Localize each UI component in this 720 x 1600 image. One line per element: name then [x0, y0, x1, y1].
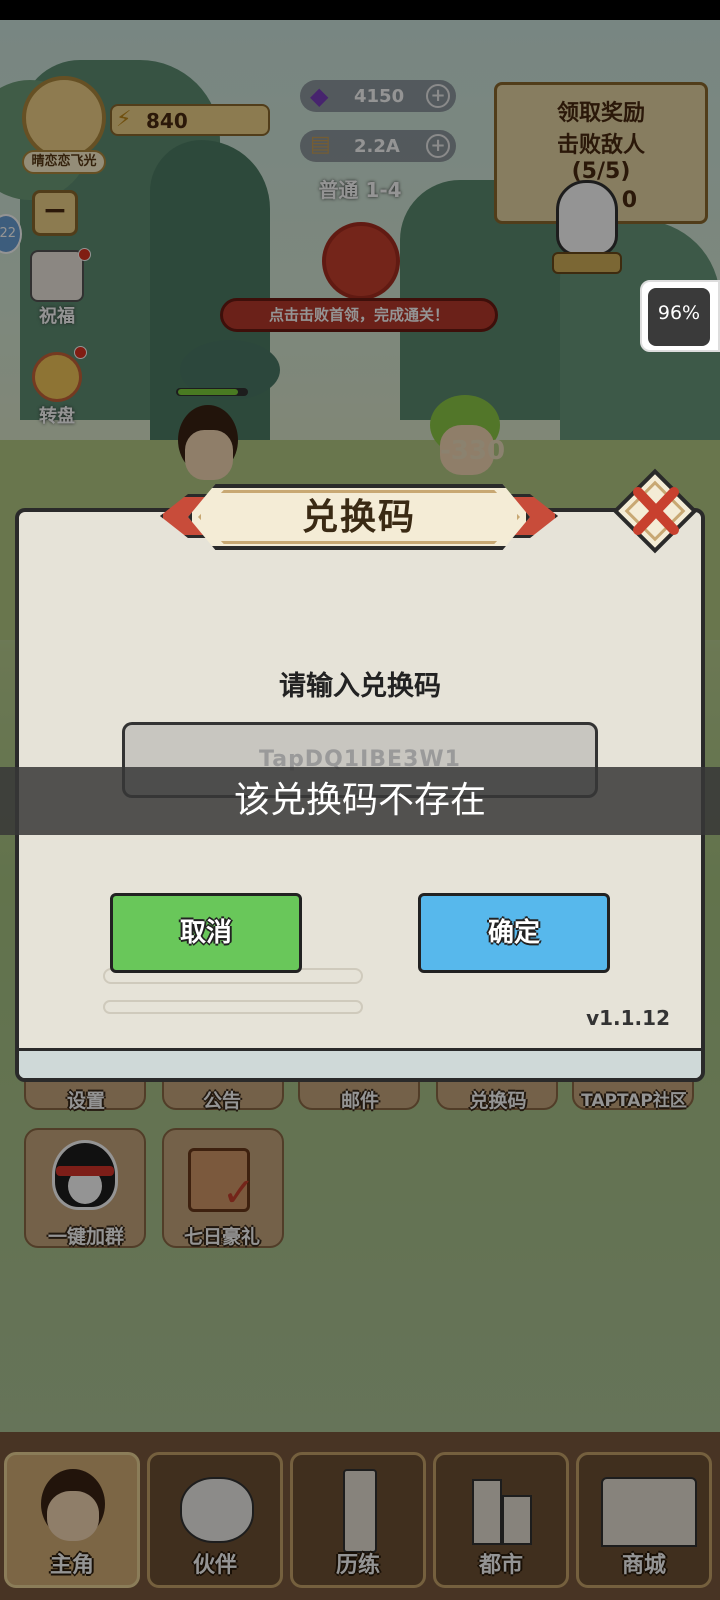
status-bar: [0, 0, 720, 20]
cancel-button[interactable]: 取消: [110, 893, 302, 973]
close-icon: [612, 468, 698, 554]
toast-message: 该兑换码不存在: [0, 767, 720, 835]
dialog-prompt: 请输入兑换码: [279, 671, 441, 702]
cloud-decoration-2: [103, 1000, 363, 1014]
confirm-button[interactable]: 确定: [418, 893, 610, 973]
version-label: v1.1.12: [586, 1006, 670, 1030]
dialog-footer: [19, 1048, 701, 1078]
floating-widget[interactable]: 96%: [640, 280, 720, 352]
dialog-title: 兑换码: [301, 497, 416, 538]
close-button[interactable]: [612, 468, 698, 554]
